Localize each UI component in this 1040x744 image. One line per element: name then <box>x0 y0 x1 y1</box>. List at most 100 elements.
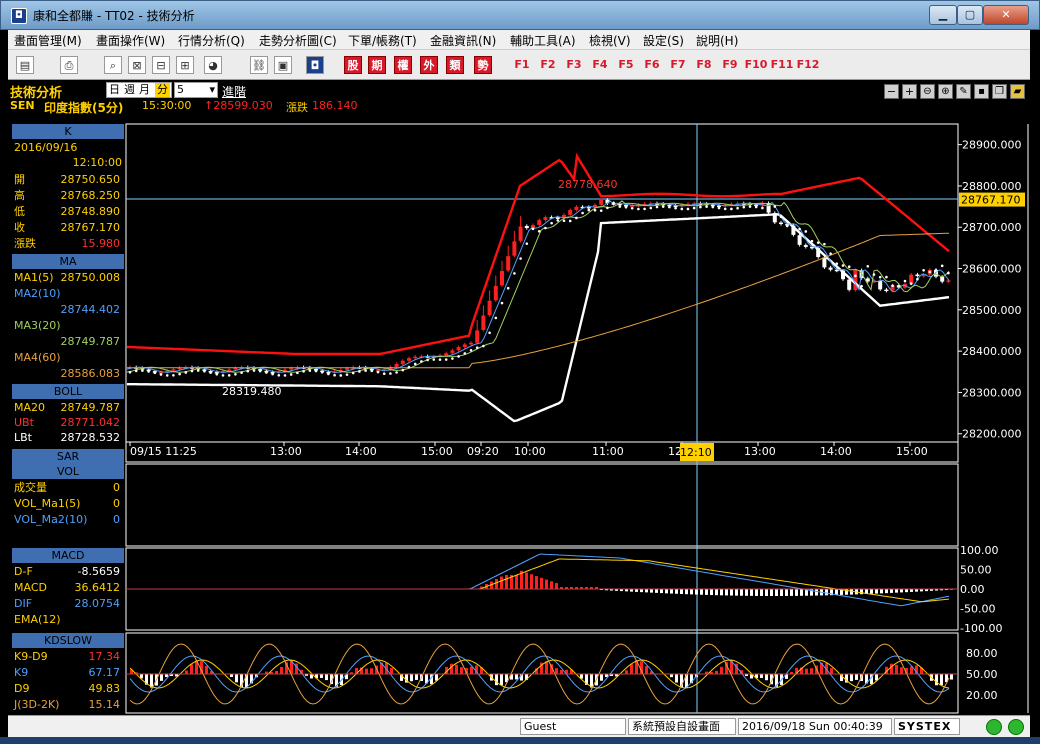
close-button[interactable]: ✕ <box>983 5 1029 25</box>
maximize-button[interactable]: ▢ <box>957 5 983 25</box>
period-selector[interactable]: 日 週 月 分 <box>106 82 172 98</box>
time-axis-label: 14:00 <box>345 445 377 458</box>
futures-button[interactable]: 期 <box>368 56 386 74</box>
close-window-icon[interactable]: ⊠ <box>128 56 146 74</box>
sar-dot <box>308 369 312 372</box>
kd-bar <box>940 674 943 686</box>
menu-finance-info[interactable]: 金融資訊(N) <box>430 32 496 49</box>
print-icon[interactable]: ⎙ <box>60 56 78 74</box>
sar-dot <box>922 268 925 272</box>
candle-body <box>475 330 480 343</box>
macd-bar <box>595 587 598 589</box>
candle-body <box>146 369 151 372</box>
menu-view[interactable]: 檢視(V) <box>589 32 631 49</box>
macd-bar <box>725 589 728 596</box>
window-icon[interactable]: ⊟ <box>152 56 170 74</box>
stock-button[interactable]: 股 <box>344 56 362 74</box>
fkey-f12[interactable]: F12 <box>796 56 820 74</box>
category-button[interactable]: 類 <box>446 56 464 74</box>
menu-screen-manage[interactable]: 畫面管理(M) <box>14 32 82 49</box>
interval-select[interactable]: 5 ▾ <box>174 82 218 98</box>
fkey-f2[interactable]: F2 <box>536 56 560 74</box>
trend-button[interactable]: 勢 <box>474 56 492 74</box>
period-week[interactable]: 週 <box>124 83 135 97</box>
macd-bar <box>495 579 498 589</box>
sar-dot <box>550 221 553 225</box>
macd-bar <box>585 587 588 589</box>
period-month[interactable]: 月 <box>139 83 150 97</box>
sar-dot <box>761 206 764 210</box>
candle-body <box>214 372 219 374</box>
fkey-f4[interactable]: F4 <box>588 56 612 74</box>
save-icon[interactable]: ▪ <box>974 84 989 99</box>
kd-bar <box>490 674 493 681</box>
fkey-f7[interactable]: F7 <box>666 56 690 74</box>
picture-icon[interactable]: ▣ <box>274 56 292 74</box>
menu-trend-chart[interactable]: 走勢分析圖(C) <box>259 32 337 49</box>
time-axis-label: 13:00 <box>270 445 302 458</box>
advanced-link[interactable]: 進階 <box>222 83 246 100</box>
draw-icon[interactable]: ✎ <box>956 84 971 99</box>
grid-icon[interactable]: ⊞ <box>176 56 194 74</box>
folder-icon[interactable]: ▰ <box>1010 84 1025 99</box>
menu-settings[interactable]: 設定(S) <box>643 32 684 49</box>
fkey-f8[interactable]: F8 <box>692 56 716 74</box>
foreign-button[interactable]: 外 <box>420 56 438 74</box>
candle-body <box>233 367 238 370</box>
sar-dot <box>661 205 665 208</box>
candle-body <box>419 356 424 358</box>
fkey-f9[interactable]: F9 <box>718 56 742 74</box>
kd-bar <box>840 674 843 682</box>
kd-bar <box>865 674 868 684</box>
macd-bar <box>645 589 648 593</box>
dif-line <box>130 553 950 607</box>
sar-dot <box>444 358 448 361</box>
kd-bar <box>610 674 613 676</box>
ema-label: EMA(12) <box>14 613 61 626</box>
logo-icon[interactable]: ◘ <box>306 56 324 74</box>
sar-dot <box>544 226 547 230</box>
fkey-f10[interactable]: F10 <box>744 56 768 74</box>
macd-bar <box>765 589 768 596</box>
candle-body <box>506 256 511 271</box>
macd-bar <box>790 589 793 596</box>
fkey-f5[interactable]: F5 <box>614 56 638 74</box>
link-icon[interactable]: ⛓ <box>250 56 268 74</box>
boll-panel: BOLL MA20 28749.787 UBt 28771.042 LBt 28728… <box>12 384 124 448</box>
candle-body <box>555 217 560 219</box>
candle-body <box>642 203 647 206</box>
menu-quote-analysis[interactable]: 行情分析(Q) <box>178 32 245 49</box>
fkey-f11[interactable]: F11 <box>770 56 794 74</box>
minimize-button[interactable]: ▁ <box>929 5 957 25</box>
menu-order-account[interactable]: 下單/帳務(T) <box>348 32 417 49</box>
zoom-in-icon[interactable]: + <box>902 84 917 99</box>
search-icon[interactable]: ⌕ <box>104 56 122 74</box>
magnify-plus-icon[interactable]: ⊕ <box>938 84 953 99</box>
magnify-minus-icon[interactable]: ⊖ <box>920 84 935 99</box>
globe-icon[interactable]: ◕ <box>204 56 222 74</box>
options-button[interactable]: 權 <box>394 56 412 74</box>
candle-body <box>190 367 194 369</box>
menu-screen-ops[interactable]: 畫面操作(W) <box>96 32 165 49</box>
fkey-f1[interactable]: F1 <box>510 56 534 74</box>
zoom-out-icon[interactable]: − <box>884 84 899 99</box>
kd-bar <box>240 674 243 687</box>
kd-bar <box>340 674 343 686</box>
sar-dot <box>500 301 504 305</box>
copy-icon[interactable]: ❐ <box>992 84 1007 99</box>
kd-bar <box>390 667 393 674</box>
period-minute[interactable]: 分 <box>155 83 170 97</box>
candle-body <box>785 223 790 226</box>
sar-dot <box>153 371 157 375</box>
period-day[interactable]: 日 <box>109 83 120 97</box>
sar-dot <box>463 352 467 355</box>
sar-dot <box>296 371 299 375</box>
macd-bar <box>625 589 628 592</box>
time-axis-label: 13:00 <box>744 445 776 458</box>
candle-body <box>388 366 393 370</box>
menu-help[interactable]: 說明(H) <box>696 32 738 49</box>
menu-tools[interactable]: 輔助工具(A) <box>510 32 576 49</box>
fkey-f6[interactable]: F6 <box>640 56 664 74</box>
layout-icon[interactable]: ▤ <box>16 56 34 74</box>
fkey-f3[interactable]: F3 <box>562 56 586 74</box>
